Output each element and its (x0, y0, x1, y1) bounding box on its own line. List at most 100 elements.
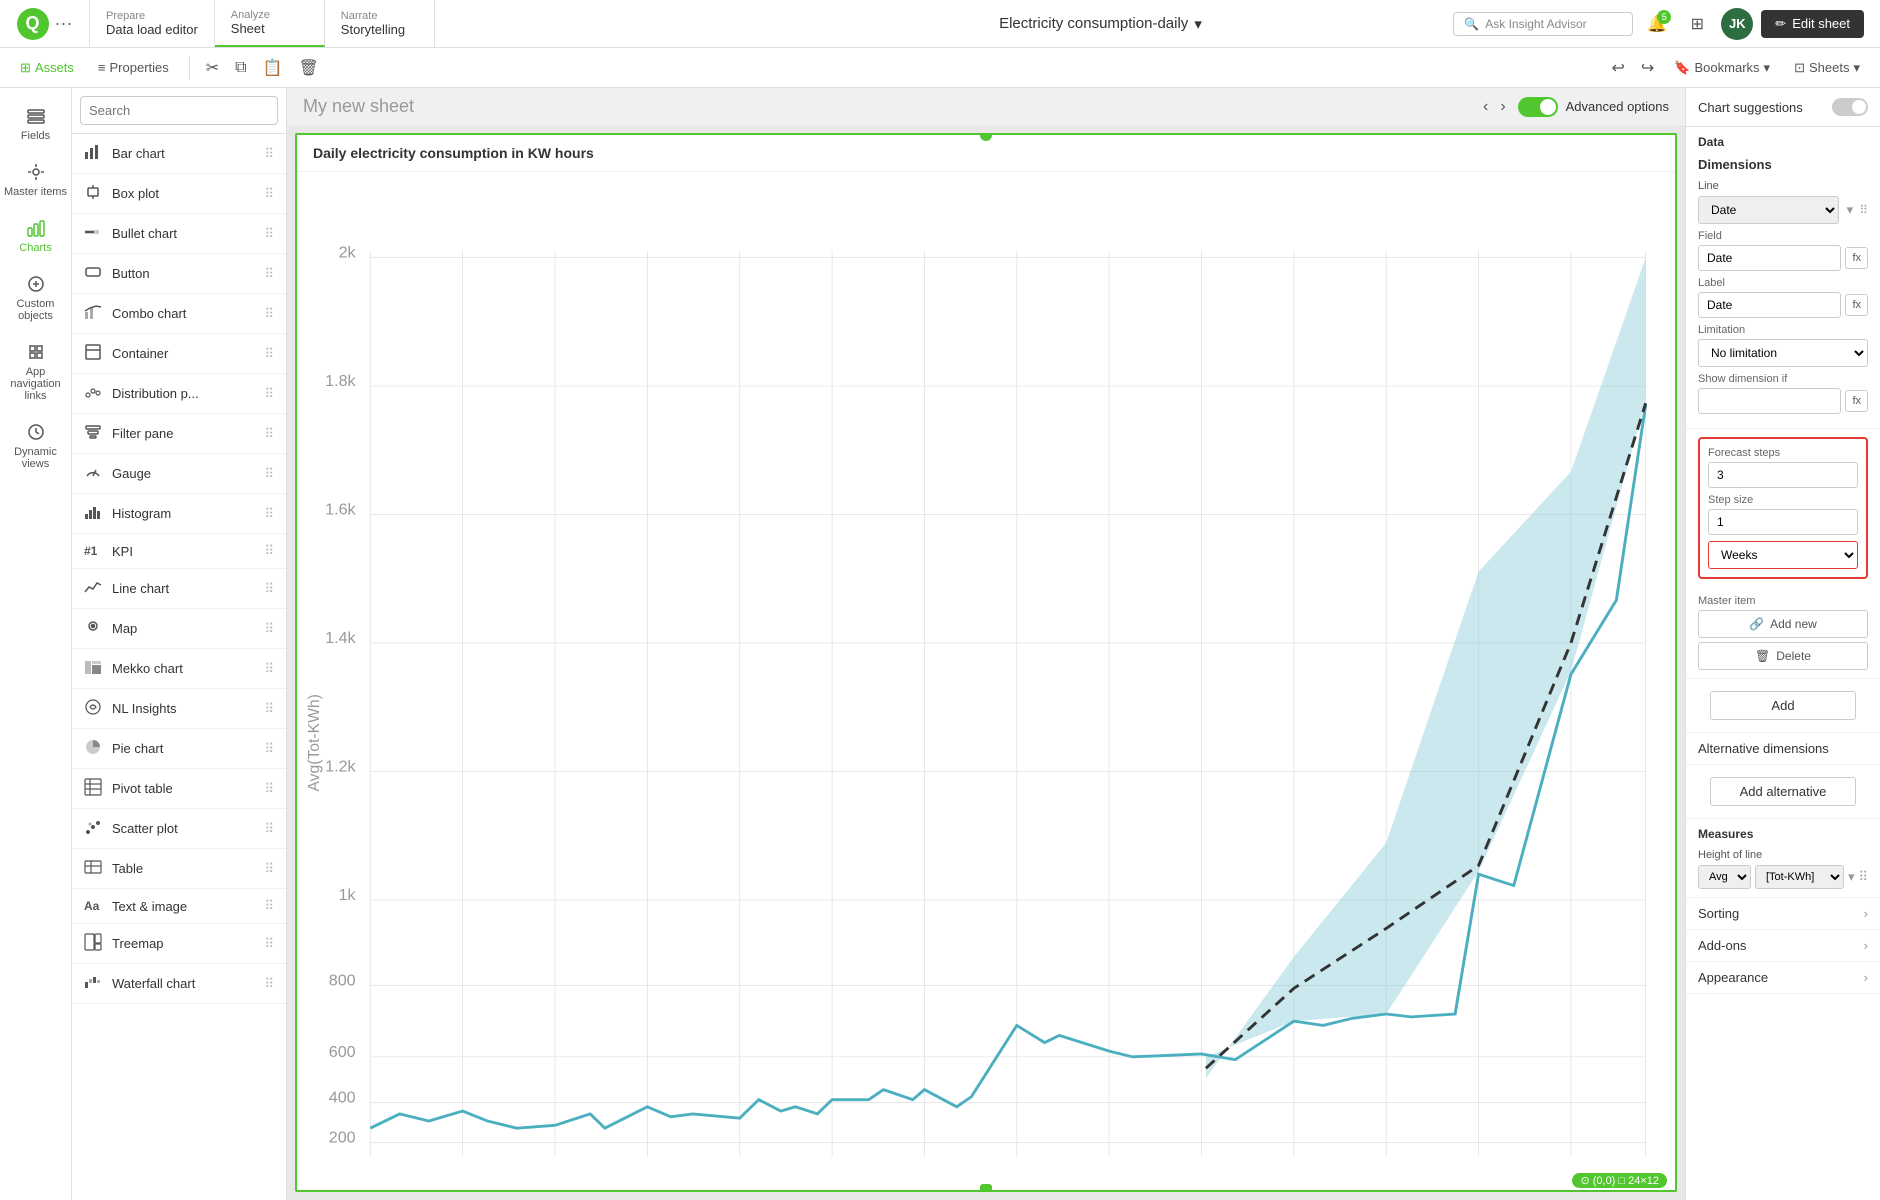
appearance-row[interactable]: Appearance › (1686, 962, 1880, 994)
chart-item-table[interactable]: Table ⠿ (72, 849, 286, 889)
prepare-label: Prepare (106, 10, 198, 22)
avg-select[interactable]: Avg (1698, 865, 1751, 889)
logo-area[interactable]: Q ··· (0, 0, 90, 47)
sidebar-item-appnav[interactable]: App navigation links (0, 332, 71, 412)
sidebar-item-master[interactable]: Master items (0, 152, 71, 208)
bar-chart-drag: ⠿ (264, 146, 274, 162)
nav-prepare[interactable]: Prepare Data load editor (90, 0, 215, 47)
paste-button[interactable]: 📋 (259, 54, 287, 82)
delete-dim-button[interactable]: 🗑 Delete (1698, 642, 1868, 670)
cut-button[interactable]: ✂ (202, 54, 223, 82)
bookmarks-button[interactable]: 🔖 Bookmarks ▾ (1666, 56, 1778, 80)
appnav-icon (26, 342, 46, 362)
chart-item-histogram[interactable]: Histogram ⠿ (72, 494, 286, 534)
chart-item-kpi[interactable]: #1 KPI ⠿ (72, 534, 286, 569)
chart-item-mekko[interactable]: Mekko chart ⠿ (72, 649, 286, 689)
forecast-steps-input[interactable] (1708, 462, 1858, 488)
alternative-dimensions-row[interactable]: Alternative dimensions (1686, 733, 1880, 765)
chart-item-bar[interactable]: Bar chart ⠿ (72, 134, 286, 174)
svg-text:1.4k: 1.4k (325, 630, 356, 647)
more-menu-icon[interactable]: ··· (55, 13, 73, 34)
chart-item-scatter[interactable]: Scatter plot ⠿ (72, 809, 286, 849)
analyze-value: Sheet (231, 21, 308, 36)
dimension-select[interactable]: Date (1698, 196, 1839, 224)
properties-button[interactable]: ≡ Properties (90, 56, 177, 79)
chart-suggestions-toggle[interactable] (1832, 98, 1868, 116)
field-input[interactable] (1698, 245, 1841, 271)
map-icon (84, 618, 102, 639)
label-fx-button[interactable]: fx (1845, 294, 1868, 316)
sheets-button[interactable]: ⊡ Sheets ▾ (1786, 56, 1868, 80)
container-label: Container (112, 346, 254, 361)
user-avatar[interactable]: JK (1721, 8, 1753, 40)
sidebar-item-custom[interactable]: Custom objects (0, 264, 71, 332)
container-drag: ⠿ (264, 346, 274, 362)
app-title-center[interactable]: Electricity consumption-daily ▾ (764, 15, 1438, 33)
chart-item-container[interactable]: Container ⠿ (72, 334, 286, 374)
measures-section: Measures Height of line Avg [Tot-KWh] ▾ … (1686, 819, 1880, 898)
pivot-drag: ⠿ (264, 781, 274, 797)
sidebar-item-fields[interactable]: Fields (0, 96, 71, 152)
sidebar-item-dynamic[interactable]: Dynamic views (0, 412, 71, 480)
chart-item-box[interactable]: Box plot ⠿ (72, 174, 286, 214)
chart-item-button[interactable]: Button ⠿ (72, 254, 286, 294)
undo-button[interactable]: ↩ (1608, 54, 1629, 82)
measure-select[interactable]: [Tot-KWh] (1755, 865, 1844, 889)
show-dim-input[interactable] (1698, 388, 1841, 414)
sidebar-item-charts[interactable]: Charts (0, 208, 71, 264)
chart-item-line[interactable]: Line chart ⠿ (72, 569, 286, 609)
distribution-label: Distribution p... (112, 386, 254, 401)
chart-item-distribution[interactable]: Distribution p... ⠿ (72, 374, 286, 414)
next-sheet-button[interactable]: › (1500, 98, 1505, 116)
chart-item-pivot[interactable]: Pivot table ⠿ (72, 769, 286, 809)
add-new-button[interactable]: 🔗 Add new (1698, 610, 1868, 638)
label-input[interactable] (1698, 292, 1841, 318)
add-alternative-button[interactable]: Add alternative (1710, 777, 1856, 806)
add-button[interactable]: Add (1710, 691, 1856, 720)
chart-item-waterfall[interactable]: Waterfall chart ⠿ (72, 964, 286, 1004)
chart-item-pie[interactable]: Pie chart ⠿ (72, 729, 286, 769)
step-unit-select[interactable]: Weeks Days Months (1708, 541, 1858, 569)
chart-item-treemap[interactable]: Treemap ⠿ (72, 924, 286, 964)
svg-text:400: 400 (329, 1090, 356, 1107)
redo-button[interactable]: ↪ (1637, 54, 1658, 82)
measures-label: Measures (1698, 827, 1868, 841)
svg-text:Avg(Tot-KWh): Avg(Tot-KWh) (306, 694, 323, 791)
filter-pane-icon (84, 423, 102, 444)
chart-item-nl[interactable]: NL Insights ⠿ (72, 689, 286, 729)
field-fx-button[interactable]: fx (1845, 247, 1868, 269)
table-drag: ⠿ (264, 861, 274, 877)
chart-item-bullet[interactable]: Bullet chart ⠿ (72, 214, 286, 254)
chart-item-combo[interactable]: Combo chart ⠿ (72, 294, 286, 334)
line-chart-label: Line chart (112, 581, 254, 596)
prev-sheet-button[interactable]: ‹ (1483, 98, 1488, 116)
nav-analyze[interactable]: Analyze Sheet (215, 0, 325, 47)
narrate-value: Storytelling (341, 22, 418, 37)
delete-label: Delete (1776, 649, 1811, 663)
kpi-drag: ⠿ (264, 543, 274, 559)
chart-item-filter[interactable]: Filter pane ⠿ (72, 414, 286, 454)
show-dim-fx-button[interactable]: fx (1845, 390, 1868, 412)
chart-item-map[interactable]: Map ⠿ (72, 609, 286, 649)
notifications-icon[interactable]: 🔔 5 (1641, 8, 1673, 40)
advanced-toggle-switch[interactable] (1518, 97, 1558, 117)
sorting-row[interactable]: Sorting › (1686, 898, 1880, 930)
addons-row[interactable]: Add-ons › (1686, 930, 1880, 962)
step-size-input[interactable] (1708, 509, 1858, 535)
search-input[interactable] (80, 96, 278, 125)
delete-button[interactable]: 🗑 (295, 54, 323, 82)
grid-icon[interactable]: ⊞ (1681, 8, 1713, 40)
measures-row: Avg [Tot-KWh] ▾ ⠿ (1698, 865, 1868, 889)
ask-insight-box[interactable]: 🔍 Ask Insight Advisor (1453, 12, 1633, 36)
edit-sheet-button[interactable]: ✏ Edit sheet (1761, 10, 1864, 38)
label-label-text: Label (1698, 277, 1868, 289)
assets-button[interactable]: ⊞ Assets (12, 56, 82, 80)
chart-item-text[interactable]: Aa Text & image ⠿ (72, 889, 286, 924)
svg-text:1k: 1k (339, 887, 356, 904)
limitation-select[interactable]: No limitation (1698, 339, 1868, 367)
analyze-label: Analyze (231, 9, 308, 21)
copy-button[interactable]: ⧉ (231, 55, 250, 81)
nav-narrate[interactable]: Narrate Storytelling (325, 0, 435, 47)
chart-item-gauge[interactable]: Gauge ⠿ (72, 454, 286, 494)
advanced-options-toggle[interactable]: Advanced options (1518, 97, 1669, 117)
